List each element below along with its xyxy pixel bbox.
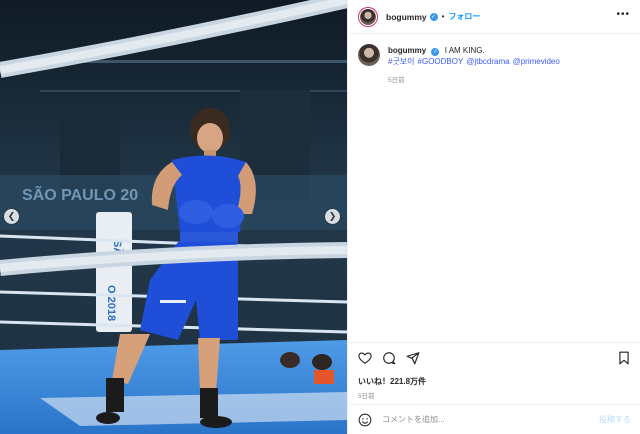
hashtag-goodboy[interactable]: #GOODBOY [418, 57, 464, 66]
comment-bar: 投稿する [348, 404, 640, 434]
caption-avatar[interactable] [358, 44, 380, 66]
comment-icon[interactable] [382, 351, 396, 365]
hashtag-goodboy-korean[interactable]: #굿보이 [388, 57, 415, 66]
mention-jtbcdrama[interactable]: @jtbcdrama [466, 57, 509, 66]
caption-line: bogummy ✓ I AM KING. [388, 45, 563, 56]
send-icon[interactable] [406, 351, 420, 365]
post-header: bogummy ✓ • フォロー ••• [348, 0, 640, 34]
verified-badge-icon: ✓ [429, 12, 438, 21]
next-image-button[interactable]: ❯ [325, 209, 340, 224]
post-media: SÃO PAULO 20 SÃO O 2018 ❮ ❯ [0, 0, 347, 434]
chevron-right-icon: ❯ [328, 211, 337, 221]
heart-icon[interactable] [358, 351, 372, 365]
action-bar: いいね！221.8万件 5日前 [348, 342, 640, 402]
previous-image-button[interactable]: ❮ [4, 209, 19, 224]
post-side-panel: bogummy ✓ • フォロー ••• bogummy ✓ I AM KING… [347, 0, 640, 434]
chevron-left-icon: ❮ [7, 211, 16, 221]
comment-input[interactable] [382, 415, 592, 424]
header-username[interactable]: bogummy [386, 12, 427, 22]
post-dialog: SÃO PAULO 20 SÃO O 2018 ❮ ❯ bogummy ✓ • … [0, 0, 640, 434]
smiley-icon[interactable] [358, 413, 372, 427]
verified-badge-icon: ✓ [431, 48, 440, 56]
avatar[interactable] [358, 6, 378, 27]
corner-post-text-bottom: O 2018 [105, 285, 117, 321]
caption-tags: #굿보이 #GOODBOY @jtbcdrama @primevideo [388, 56, 563, 67]
caption-username[interactable]: bogummy [388, 46, 426, 55]
bookmark-icon[interactable] [617, 351, 631, 365]
caption-timestamp: 5日前 [388, 77, 405, 84]
action-row [358, 351, 631, 365]
post-comment-button[interactable]: 投稿する [599, 414, 631, 425]
caption: bogummy ✓ I AM KING. #굿보이 #GOODBOY @jtbcdr… [348, 34, 640, 84]
follow-button[interactable]: フォロー [448, 11, 480, 22]
mention-primevideo[interactable]: @primevideo [513, 57, 560, 66]
separator-dot: • [441, 12, 445, 21]
likes-count[interactable]: いいね！221.8万件 [358, 376, 631, 387]
arena-banner-text: SÃO PAULO 20 [22, 184, 138, 204]
more-options-icon[interactable]: ••• [616, 10, 630, 20]
caption-body: bogummy ✓ I AM KING. #굿보이 #GOODBOY @jtbcdr… [388, 44, 563, 84]
post-timestamp: 5日前 [358, 393, 375, 400]
caption-text: I AM KING. [444, 46, 485, 55]
boxing-photo: SÃO PAULO 20 SÃO O 2018 [0, 0, 347, 434]
